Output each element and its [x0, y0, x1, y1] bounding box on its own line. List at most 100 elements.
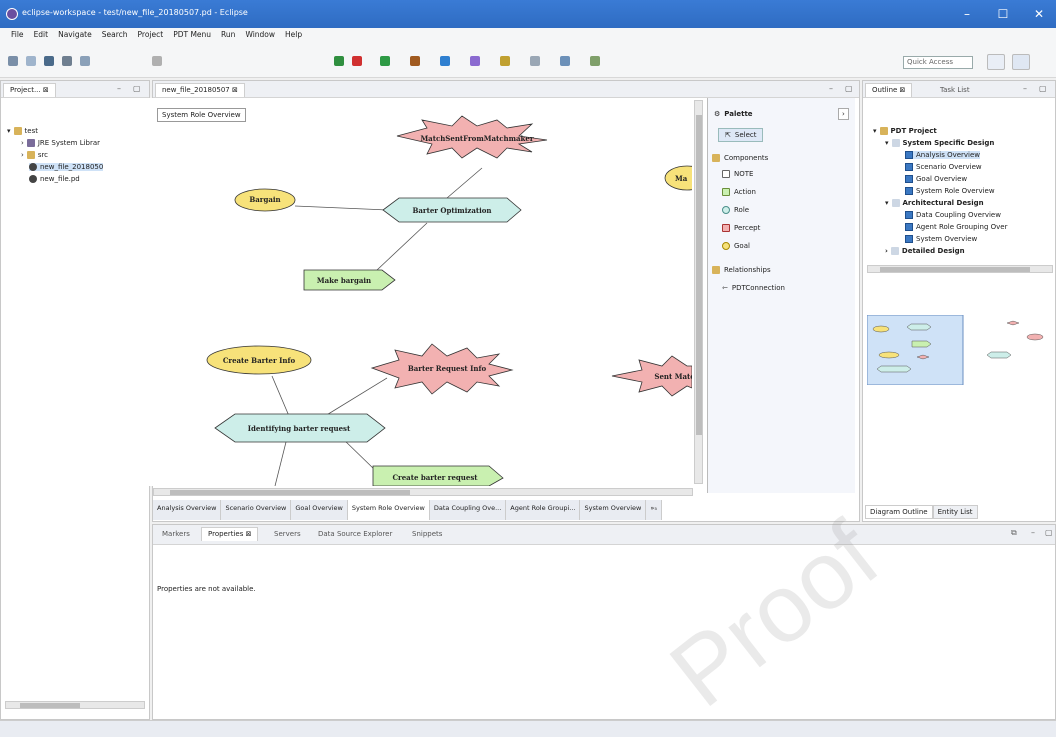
tab-goal[interactable]: Goal Overview [291, 500, 348, 520]
maximize-icon[interactable]: ▢ [1045, 528, 1053, 537]
tree-src[interactable]: › src [21, 151, 48, 159]
relationships-drawer[interactable]: Relationships [712, 266, 771, 274]
tab-entity-list[interactable]: Entity List [932, 505, 978, 519]
diagram-horizontal-scrollbar[interactable] [153, 488, 693, 496]
build-icon[interactable] [80, 56, 90, 66]
minimize-icon[interactable]: – [1023, 84, 1027, 93]
scroll-thumb[interactable] [880, 267, 1030, 272]
percept-node-sent-match[interactable]: Sent Match [611, 355, 692, 397]
outline-tab[interactable]: Outline ⊠ [865, 83, 913, 97]
open-perspective-icon[interactable] [987, 54, 1005, 70]
tab-system-role[interactable]: System Role Overview [347, 500, 430, 520]
tab-servers[interactable]: Servers [267, 527, 308, 541]
tree-project-test[interactable]: ▾ test [7, 127, 38, 135]
maximize-button[interactable]: ☐ [988, 4, 1018, 24]
outline-item[interactable]: System Role Overview [905, 187, 995, 195]
outline-item[interactable]: Agent Role Grouping Over [905, 223, 1007, 231]
outline-root[interactable]: ▾ PDT Project [873, 127, 937, 135]
task-list-tab[interactable]: Task List [933, 83, 977, 97]
menu-help[interactable]: Help [280, 28, 307, 42]
external-tools-icon[interactable] [410, 56, 420, 66]
percept-node-match[interactable]: MatchSentFromMatchmaker [396, 115, 548, 159]
outline-ssd[interactable]: ▾ System Specific Design [885, 139, 994, 147]
horizontal-scrollbar[interactable] [5, 701, 145, 709]
menu-edit[interactable]: Edit [29, 28, 54, 42]
scroll-thumb[interactable] [170, 490, 410, 495]
maximize-icon[interactable]: ▢ [133, 84, 141, 93]
action-node-create-req[interactable]: Create barter request [372, 465, 504, 486]
tab-snippets[interactable]: Snippets [405, 527, 449, 541]
outline-item[interactable]: Goal Overview [905, 175, 967, 183]
menu-file[interactable]: File [6, 28, 29, 42]
tab-properties[interactable]: Properties ⊠ [201, 527, 259, 541]
menu-navigate[interactable]: Navigate [53, 28, 97, 42]
tab-system[interactable]: System Overview [580, 500, 647, 520]
debug-icon[interactable] [334, 56, 344, 66]
minimize-icon[interactable]: – [117, 84, 121, 93]
outline-item[interactable]: Scenario Overview [905, 163, 982, 171]
outline-item[interactable]: Data Coupling Overview [905, 211, 1001, 219]
outline-item[interactable]: Analysis Overview [905, 151, 981, 159]
maximize-icon[interactable]: ▢ [845, 84, 853, 93]
menu-search[interactable]: Search [97, 28, 133, 42]
palette-collapse-button[interactable]: › [838, 108, 849, 120]
pointer-icon[interactable] [152, 56, 162, 66]
tab-data-source[interactable]: Data Source Explorer [311, 527, 399, 541]
palette-pdtconnection[interactable]: ⇽ PDTConnection [722, 284, 785, 292]
tab-data-coupling[interactable]: Data Coupling Ove... [429, 500, 507, 520]
project-explorer-tab[interactable]: Project... ⊠ [3, 83, 56, 97]
palette-role[interactable]: Role [722, 206, 749, 214]
outline-item[interactable]: System Overview [905, 235, 977, 243]
role-node-identifying[interactable]: Identifying barter request [214, 413, 386, 443]
palette-goal[interactable]: Goal [722, 242, 750, 250]
tab-agent-role[interactable]: Agent Role Groupi... [506, 500, 581, 520]
collapse-icon[interactable]: › [21, 151, 24, 159]
outline-ad[interactable]: ▾ Architectural Design [885, 199, 984, 207]
editor-file-tab[interactable]: new_file_20180507 ⊠ [155, 83, 245, 97]
expand-icon[interactable]: ▾ [873, 127, 877, 135]
close-button[interactable]: ✕ [1024, 4, 1054, 24]
open-icon[interactable]: ⧉ [1011, 528, 1017, 538]
palette-note[interactable]: NOTE [722, 170, 753, 178]
new-icon[interactable] [8, 56, 18, 66]
quick-access-input[interactable]: Quick Access [903, 56, 973, 69]
minimize-icon[interactable]: – [829, 84, 833, 93]
percept-node-barter-request-info[interactable]: Barter Request Info [370, 343, 514, 395]
print-icon[interactable] [44, 56, 54, 66]
palette-action[interactable]: Action [722, 188, 756, 196]
tree-file[interactable]: new_file.pd [29, 175, 80, 183]
menu-pdt[interactable]: PDT Menu [168, 28, 216, 42]
diagram-canvas[interactable]: System Role Overview MatchSentFromMatchm… [147, 98, 692, 486]
navigate-back-icon[interactable] [560, 56, 570, 66]
tree-file-selected[interactable]: new_file_2018050 [29, 163, 104, 171]
maximize-icon[interactable]: ▢ [1039, 84, 1047, 93]
diagram-vertical-scrollbar[interactable] [694, 100, 703, 484]
minimize-icon[interactable]: – [1031, 528, 1035, 537]
goal-node-partial[interactable]: Ma [664, 165, 692, 191]
diagram-minimap[interactable] [867, 315, 1053, 385]
expand-icon[interactable]: ▾ [7, 127, 11, 135]
minimize-button[interactable]: – [952, 4, 982, 24]
menu-project[interactable]: Project [133, 28, 169, 42]
expand-icon[interactable]: ▾ [885, 199, 889, 207]
role-node-barter-optim[interactable]: Barter Optimization [382, 197, 522, 223]
navigate-forward-icon[interactable] [590, 56, 600, 66]
stop-icon[interactable] [352, 56, 362, 66]
diagram-svg[interactable]: MatchSentFromMatchmaker Bargain Barter O… [147, 98, 692, 486]
new-class-icon[interactable] [440, 56, 450, 66]
select-tool[interactable]: ⇱ Select [718, 128, 764, 142]
action-node-make-bargain[interactable]: Make bargain [303, 269, 396, 291]
settings-icon[interactable] [62, 56, 72, 66]
run-icon[interactable] [380, 56, 390, 66]
tab-overflow[interactable]: »₅ [646, 500, 662, 520]
outline-dd[interactable]: › Detailed Design [885, 247, 965, 255]
collapse-icon[interactable]: › [885, 247, 888, 255]
tab-scenario[interactable]: Scenario Overview [221, 500, 292, 520]
palette-percept[interactable]: Percept [722, 224, 760, 232]
goal-node-bargain[interactable]: Bargain [234, 188, 296, 212]
search-icon[interactable] [500, 56, 510, 66]
scroll-thumb[interactable] [696, 115, 702, 435]
annotation-icon[interactable] [530, 56, 540, 66]
open-type-icon[interactable] [470, 56, 480, 66]
menu-window[interactable]: Window [240, 28, 280, 42]
